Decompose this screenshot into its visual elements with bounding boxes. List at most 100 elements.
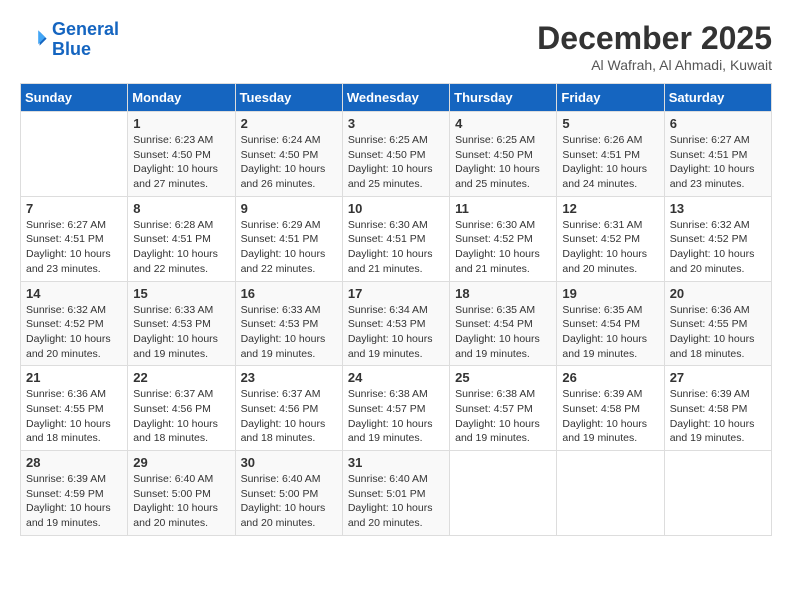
day-info: Sunrise: 6:23 AMSunset: 4:50 PMDaylight:… <box>133 133 229 192</box>
day-number: 24 <box>348 370 444 385</box>
day-info: Sunrise: 6:39 AMSunset: 4:58 PMDaylight:… <box>562 387 658 446</box>
day-info: Sunrise: 6:33 AMSunset: 4:53 PMDaylight:… <box>241 303 337 362</box>
calendar-cell: 9 Sunrise: 6:29 AMSunset: 4:51 PMDaylight… <box>235 196 342 281</box>
day-number: 25 <box>455 370 551 385</box>
calendar-cell <box>21 112 128 197</box>
day-info: Sunrise: 6:32 AMSunset: 4:52 PMDaylight:… <box>26 303 122 362</box>
calendar-cell: 22 Sunrise: 6:37 AMSunset: 4:56 PMDayligh… <box>128 366 235 451</box>
day-number: 5 <box>562 116 658 131</box>
header-cell-wednesday: Wednesday <box>342 84 449 112</box>
calendar-table: SundayMondayTuesdayWednesdayThursdayFrid… <box>20 83 772 536</box>
day-info: Sunrise: 6:27 AMSunset: 4:51 PMDaylight:… <box>26 218 122 277</box>
day-number: 14 <box>26 286 122 301</box>
calendar-cell: 19 Sunrise: 6:35 AMSunset: 4:54 PMDayligh… <box>557 281 664 366</box>
calendar-cell: 4 Sunrise: 6:25 AMSunset: 4:50 PMDaylight… <box>450 112 557 197</box>
day-info: Sunrise: 6:36 AMSunset: 4:55 PMDaylight:… <box>26 387 122 446</box>
calendar-cell: 10 Sunrise: 6:30 AMSunset: 4:51 PMDayligh… <box>342 196 449 281</box>
calendar-cell: 13 Sunrise: 6:32 AMSunset: 4:52 PMDayligh… <box>664 196 771 281</box>
calendar-cell: 24 Sunrise: 6:38 AMSunset: 4:57 PMDayligh… <box>342 366 449 451</box>
day-number: 6 <box>670 116 766 131</box>
day-number: 15 <box>133 286 229 301</box>
day-number: 12 <box>562 201 658 216</box>
calendar-cell: 25Sunrise: 6:38 AMSunset: 4:57 PMDayligh… <box>450 366 557 451</box>
day-info: Sunrise: 6:27 AMSunset: 4:51 PMDaylight:… <box>670 133 766 192</box>
day-number: 26 <box>562 370 658 385</box>
header-cell-monday: Monday <box>128 84 235 112</box>
day-info: Sunrise: 6:40 AMSunset: 5:00 PMDaylight:… <box>133 472 229 531</box>
calendar-body: 1 Sunrise: 6:23 AMSunset: 4:50 PMDaylight… <box>21 112 772 536</box>
day-number: 18 <box>455 286 551 301</box>
day-number: 22 <box>133 370 229 385</box>
day-number: 11 <box>455 201 551 216</box>
day-info: Sunrise: 6:40 AMSunset: 5:01 PMDaylight:… <box>348 472 444 531</box>
calendar-cell: 1 Sunrise: 6:23 AMSunset: 4:50 PMDaylight… <box>128 112 235 197</box>
logo-icon <box>20 26 48 54</box>
day-number: 20 <box>670 286 766 301</box>
day-info: Sunrise: 6:37 AMSunset: 4:56 PMDaylight:… <box>133 387 229 446</box>
calendar-cell: 12Sunrise: 6:31 AMSunset: 4:52 PMDayligh… <box>557 196 664 281</box>
day-number: 31 <box>348 455 444 470</box>
day-info: Sunrise: 6:24 AMSunset: 4:50 PMDaylight:… <box>241 133 337 192</box>
week-row-4: 21 Sunrise: 6:36 AMSunset: 4:55 PMDayligh… <box>21 366 772 451</box>
calendar-cell <box>557 451 664 536</box>
header-cell-thursday: Thursday <box>450 84 557 112</box>
day-info: Sunrise: 6:35 AMSunset: 4:54 PMDaylight:… <box>562 303 658 362</box>
title-block: December 2025 Al Wafrah, Al Ahmadi, Kuwa… <box>537 20 772 73</box>
calendar-cell: 29 Sunrise: 6:40 AMSunset: 5:00 PMDayligh… <box>128 451 235 536</box>
day-info: Sunrise: 6:26 AMSunset: 4:51 PMDaylight:… <box>562 133 658 192</box>
day-number: 4 <box>455 116 551 131</box>
header-cell-saturday: Saturday <box>664 84 771 112</box>
location-subtitle: Al Wafrah, Al Ahmadi, Kuwait <box>537 57 772 73</box>
day-info: Sunrise: 6:25 AMSunset: 4:50 PMDaylight:… <box>455 133 551 192</box>
calendar-cell: 11Sunrise: 6:30 AMSunset: 4:52 PMDayligh… <box>450 196 557 281</box>
day-number: 30 <box>241 455 337 470</box>
day-info: Sunrise: 6:39 AMSunset: 4:58 PMDaylight:… <box>670 387 766 446</box>
day-info: Sunrise: 6:35 AMSunset: 4:54 PMDaylight:… <box>455 303 551 362</box>
calendar-cell: 16Sunrise: 6:33 AMSunset: 4:53 PMDayligh… <box>235 281 342 366</box>
day-number: 23 <box>241 370 337 385</box>
calendar-cell <box>450 451 557 536</box>
day-number: 29 <box>133 455 229 470</box>
day-number: 17 <box>348 286 444 301</box>
day-number: 7 <box>26 201 122 216</box>
day-number: 13 <box>670 201 766 216</box>
day-info: Sunrise: 6:40 AMSunset: 5:00 PMDaylight:… <box>241 472 337 531</box>
day-info: Sunrise: 6:36 AMSunset: 4:55 PMDaylight:… <box>670 303 766 362</box>
header-cell-friday: Friday <box>557 84 664 112</box>
calendar-cell: 28Sunrise: 6:39 AMSunset: 4:59 PMDayligh… <box>21 451 128 536</box>
calendar-cell: 14 Sunrise: 6:32 AMSunset: 4:52 PMDayligh… <box>21 281 128 366</box>
day-info: Sunrise: 6:30 AMSunset: 4:51 PMDaylight:… <box>348 218 444 277</box>
calendar-cell: 7 Sunrise: 6:27 AMSunset: 4:51 PMDaylight… <box>21 196 128 281</box>
day-number: 1 <box>133 116 229 131</box>
day-info: Sunrise: 6:33 AMSunset: 4:53 PMDaylight:… <box>133 303 229 362</box>
day-info: Sunrise: 6:25 AMSunset: 4:50 PMDaylight:… <box>348 133 444 192</box>
day-number: 3 <box>348 116 444 131</box>
week-row-5: 28Sunrise: 6:39 AMSunset: 4:59 PMDayligh… <box>21 451 772 536</box>
calendar-header: SundayMondayTuesdayWednesdayThursdayFrid… <box>21 84 772 112</box>
day-number: 28 <box>26 455 122 470</box>
header-row: SundayMondayTuesdayWednesdayThursdayFrid… <box>21 84 772 112</box>
day-number: 21 <box>26 370 122 385</box>
calendar-cell: 26 Sunrise: 6:39 AMSunset: 4:58 PMDayligh… <box>557 366 664 451</box>
day-info: Sunrise: 6:38 AMSunset: 4:57 PMDaylight:… <box>348 387 444 446</box>
day-number: 19 <box>562 286 658 301</box>
day-number: 27 <box>670 370 766 385</box>
calendar-cell: 23 Sunrise: 6:37 AMSunset: 4:56 PMDayligh… <box>235 366 342 451</box>
calendar-cell: 18 Sunrise: 6:35 AMSunset: 4:54 PMDayligh… <box>450 281 557 366</box>
month-title: December 2025 <box>537 20 772 57</box>
week-row-2: 7 Sunrise: 6:27 AMSunset: 4:51 PMDaylight… <box>21 196 772 281</box>
day-info: Sunrise: 6:28 AMSunset: 4:51 PMDaylight:… <box>133 218 229 277</box>
day-number: 8 <box>133 201 229 216</box>
calendar-cell: 21 Sunrise: 6:36 AMSunset: 4:55 PMDayligh… <box>21 366 128 451</box>
day-info: Sunrise: 6:32 AMSunset: 4:52 PMDaylight:… <box>670 218 766 277</box>
day-info: Sunrise: 6:37 AMSunset: 4:56 PMDaylight:… <box>241 387 337 446</box>
logo-text: General Blue <box>52 20 119 60</box>
calendar-cell: 8 Sunrise: 6:28 AMSunset: 4:51 PMDaylight… <box>128 196 235 281</box>
day-info: Sunrise: 6:34 AMSunset: 4:53 PMDaylight:… <box>348 303 444 362</box>
calendar-cell: 2Sunrise: 6:24 AMSunset: 4:50 PMDaylight… <box>235 112 342 197</box>
day-info: Sunrise: 6:29 AMSunset: 4:51 PMDaylight:… <box>241 218 337 277</box>
calendar-cell: 31 Sunrise: 6:40 AMSunset: 5:01 PMDayligh… <box>342 451 449 536</box>
day-number: 9 <box>241 201 337 216</box>
calendar-cell: 6 Sunrise: 6:27 AMSunset: 4:51 PMDaylight… <box>664 112 771 197</box>
day-number: 10 <box>348 201 444 216</box>
